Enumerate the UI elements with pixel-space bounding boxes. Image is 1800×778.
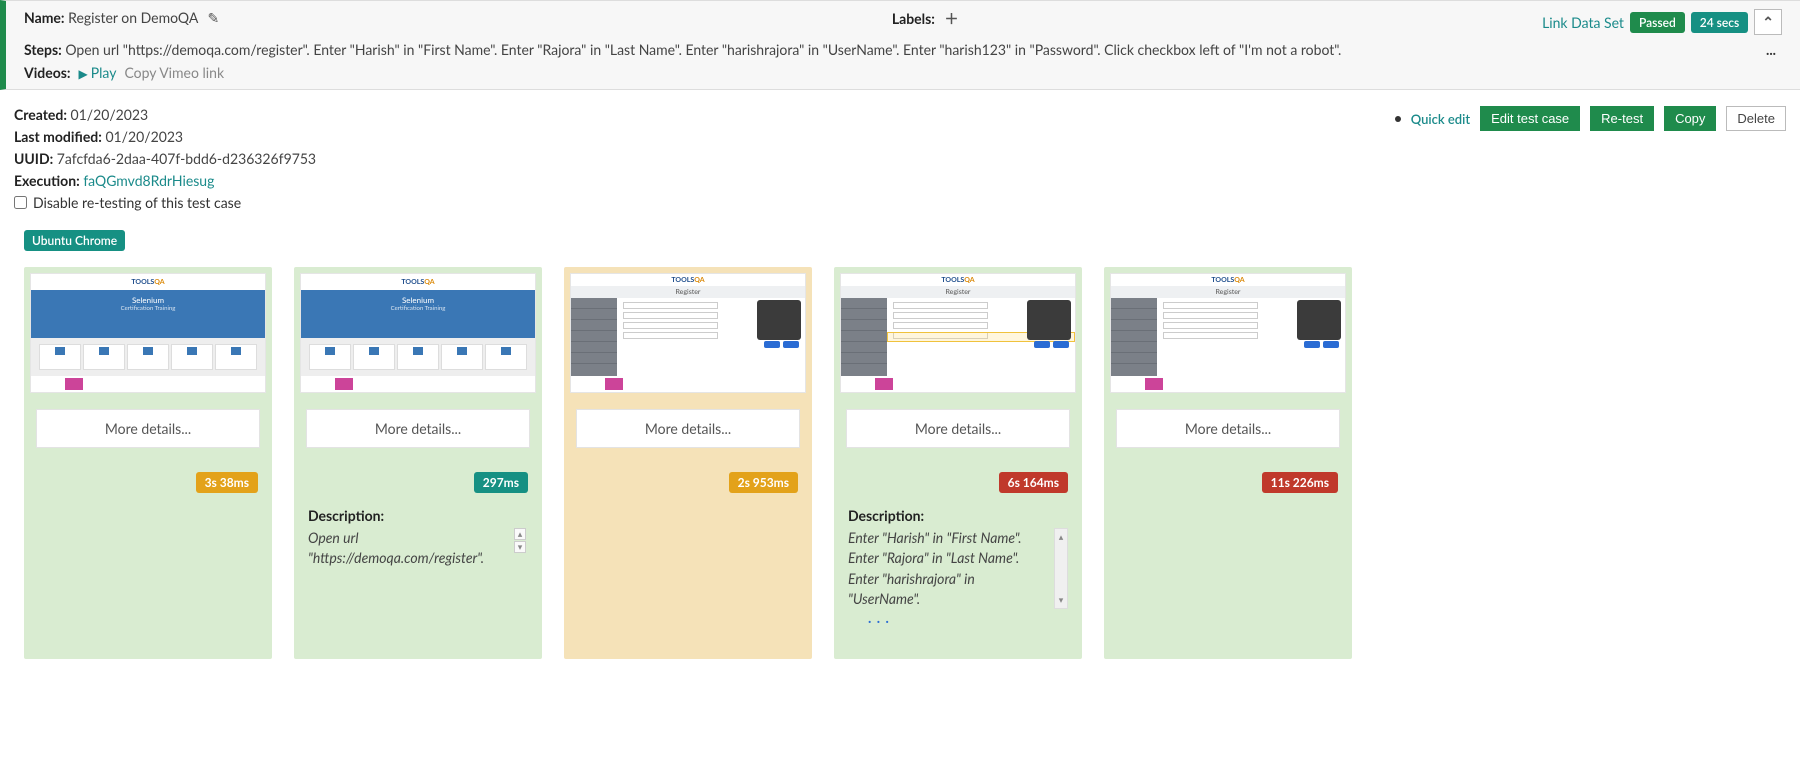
steps-value: Open url "https://demoqa.com/register". … xyxy=(65,41,1760,58)
more-details-button[interactable]: More details... xyxy=(846,409,1070,448)
more-details-button[interactable]: More details... xyxy=(306,409,530,448)
step-thumbnail[interactable]: TOOLSQA Register xyxy=(1110,273,1346,393)
add-label-icon[interactable] xyxy=(944,10,958,27)
step-thumbnail[interactable]: TOOLSQA Register xyxy=(840,273,1076,393)
steps-label: Steps: xyxy=(24,41,62,58)
more-details-button[interactable]: More details... xyxy=(576,409,800,448)
collapse-toggle-icon[interactable] xyxy=(1754,9,1782,35)
step-time-badge: 2s 953ms xyxy=(729,472,798,493)
play-video-button[interactable]: Play xyxy=(79,64,117,81)
test-case-header: Name: Register on DemoQA Labels: Link Da… xyxy=(0,0,1800,90)
modified-value: 01/20/2023 xyxy=(105,128,183,145)
step-time-badge: 297ms xyxy=(474,472,528,493)
uuid-label: UUID: xyxy=(14,150,53,167)
delete-button[interactable]: Delete xyxy=(1726,106,1786,131)
unsaved-dot-icon xyxy=(1395,116,1401,122)
step-card: TOOLSQA SeleniumCertification Training M… xyxy=(24,267,272,659)
edit-name-icon[interactable] xyxy=(207,9,219,26)
link-data-set[interactable]: Link Data Set xyxy=(1542,14,1624,31)
description-scrollbar[interactable]: ▴▾ xyxy=(1054,528,1068,609)
step-cards-row: TOOLSQA SeleniumCertification Training M… xyxy=(0,257,1800,689)
edit-test-case-button[interactable]: Edit test case xyxy=(1480,106,1580,131)
execution-link[interactable]: faQGmvd8RdrHiesug xyxy=(83,172,214,189)
modified-label: Last modified: xyxy=(14,128,102,145)
steps-more-icon[interactable]: ... xyxy=(1760,41,1782,58)
platform-tag: Ubuntu Chrome xyxy=(24,230,125,251)
step-thumbnail[interactable]: TOOLSQA Register xyxy=(570,273,806,393)
more-details-button[interactable]: More details... xyxy=(1116,409,1340,448)
duration-badge: 24 secs xyxy=(1691,12,1749,33)
step-time-badge: 11s 226ms xyxy=(1262,472,1338,493)
videos-label: Videos: xyxy=(24,64,71,81)
copy-button[interactable]: Copy xyxy=(1664,106,1716,131)
name-value: Register on DemoQA xyxy=(68,9,198,26)
step-thumbnail[interactable]: TOOLSQA SeleniumCertification Training xyxy=(300,273,536,393)
step-thumbnail[interactable]: TOOLSQA SeleniumCertification Training xyxy=(30,273,266,393)
copy-vimeo-link[interactable]: Copy Vimeo link xyxy=(124,64,224,81)
uuid-value: 7afcfda6-2daa-407f-bdd6-d236326f9753 xyxy=(57,150,316,167)
name-label: Name: xyxy=(24,9,65,26)
meta-block: Created: 01/20/2023 Last modified: 01/20… xyxy=(0,90,1800,222)
step-time-badge: 3s 38ms xyxy=(196,472,258,493)
execution-label: Execution: xyxy=(14,172,80,189)
quick-edit-link[interactable]: Quick edit xyxy=(1411,111,1470,127)
description-stepper[interactable]: ▴▾ xyxy=(512,528,528,553)
description-label: Description: xyxy=(308,507,528,524)
labels-label: Labels: xyxy=(892,10,935,27)
description-label: Description: xyxy=(848,507,1068,524)
status-badge: Passed xyxy=(1630,12,1685,33)
step-card: TOOLSQA Register More details... 2s 953m… xyxy=(564,267,812,659)
step-time-badge: 6s 164ms xyxy=(999,472,1068,493)
retest-button[interactable]: Re-test xyxy=(1590,106,1654,131)
created-value: 01/20/2023 xyxy=(71,106,149,123)
disable-retest-checkbox[interactable] xyxy=(14,196,27,209)
description-expand[interactable]: . . . xyxy=(848,609,1068,626)
more-details-button[interactable]: More details... xyxy=(36,409,260,448)
step-card: TOOLSQA Register More details... 6s 164m… xyxy=(834,267,1082,659)
description-text: Enter "Harish" in "First Name". Enter "R… xyxy=(848,528,1048,609)
step-card: TOOLSQA SeleniumCertification Training M… xyxy=(294,267,542,659)
step-card: TOOLSQA Register More details... 11s 226… xyxy=(1104,267,1352,659)
created-label: Created: xyxy=(14,106,67,123)
disable-retest-label: Disable re-testing of this test case xyxy=(33,194,241,211)
description-text: Open url "https://demoqa.com/register". xyxy=(308,528,506,569)
